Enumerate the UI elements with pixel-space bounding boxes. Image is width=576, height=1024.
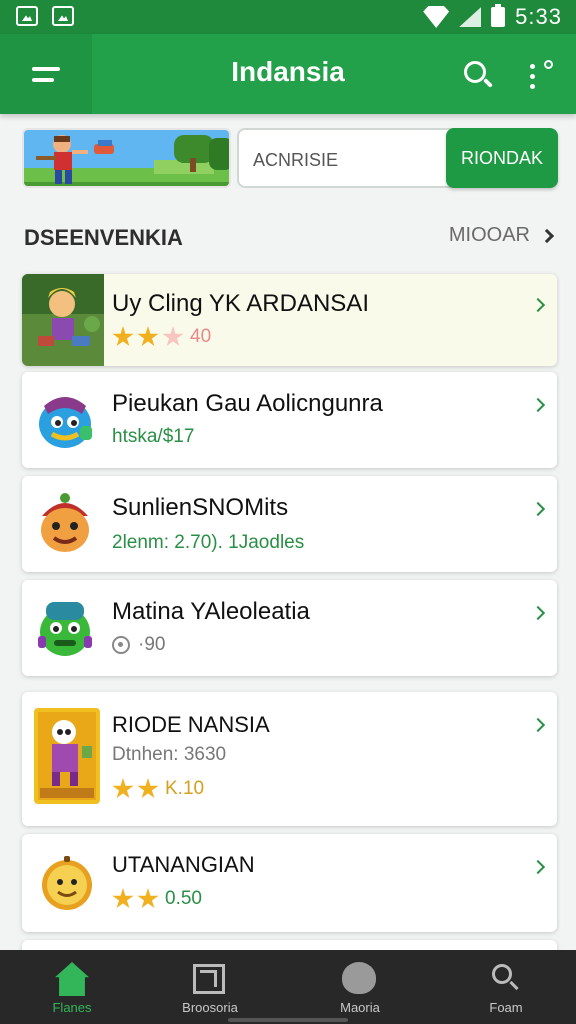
search-submit-button[interactable]: RIONDAK (446, 128, 558, 188)
star-icon (112, 326, 134, 347)
star-icon (112, 778, 134, 799)
item-title: Pieukan Gau Aolicngunra (112, 390, 383, 417)
nav-browse[interactable]: Broosoria (138, 950, 282, 1024)
item-title: SunlienSNOMits (112, 494, 289, 521)
home-icon (55, 962, 89, 996)
app-bar: Indansia (0, 34, 576, 114)
chevron-right-icon (530, 501, 546, 517)
item-subtitle: 0.50 (165, 888, 202, 910)
list-item[interactable]: UTANANGIAN 0.50 (22, 834, 557, 932)
nav-search[interactable]: Foam (434, 950, 576, 1024)
app-icon (32, 386, 98, 452)
rating-stars (112, 778, 159, 800)
app-thumbnail (22, 274, 104, 366)
item-subtitle: K.10 (165, 778, 205, 800)
item-subtitle: ·90 (138, 634, 166, 655)
item-rating: K.10 (112, 778, 204, 800)
signal-icon (459, 7, 482, 27)
item-rating: 40 (112, 326, 211, 348)
app-icon (36, 852, 98, 914)
nav-label: Maoria (340, 1000, 380, 1015)
item-meta: ·90 (112, 634, 165, 656)
box-icon (193, 964, 225, 994)
search-input[interactable]: ACNRISIE (237, 128, 467, 188)
status-bar: 5:33 (0, 0, 576, 34)
list-item[interactable]: SunlienSNOMits 2lenm: 2.70). 1Jaodles (22, 476, 557, 572)
section-more-label: MIOOAR (448, 224, 530, 246)
list-item[interactable]: Uy Cling YK ARDANSAI 40 (22, 274, 557, 366)
chevron-right-icon (539, 228, 555, 243)
chevron-right-icon (530, 297, 546, 313)
app-icon (34, 490, 96, 556)
item-title: Uy Cling YK ARDANSAI (112, 290, 369, 317)
star-icon (137, 778, 159, 799)
rating-stars (112, 888, 159, 910)
more-options-button[interactable] (524, 60, 560, 94)
item-subtitle: 40 (190, 326, 212, 348)
item-title: RIODE NANSIA (112, 712, 270, 737)
image-icon (52, 6, 74, 26)
bottom-navigation: Flanes Broosoria Maoria Foam (0, 950, 576, 1024)
app-title: Indansia (231, 56, 345, 87)
star-icon (137, 888, 159, 909)
nav-home[interactable]: Flanes (0, 950, 144, 1024)
chevron-right-icon (530, 859, 546, 875)
wifi-icon (423, 6, 450, 28)
item-title: UTANANGIAN (112, 852, 255, 877)
clock: 5:33 (515, 4, 562, 29)
chevron-right-icon (530, 397, 546, 413)
list-item[interactable]: Pieukan Gau Aolicngunra htska/$17 (22, 372, 557, 468)
gesture-bar (228, 1018, 348, 1022)
nav-label: Foam (489, 1000, 523, 1015)
item-subtitle: htska/$17 (112, 426, 195, 447)
chevron-right-icon (530, 605, 546, 621)
rating-stars (112, 326, 184, 348)
app-icon (34, 594, 96, 660)
star-icon (112, 888, 134, 909)
item-rating: 0.50 (112, 888, 202, 910)
nav-label: Flanes (52, 1000, 92, 1015)
game-scene-image (24, 130, 229, 186)
star-icon (137, 326, 159, 347)
info-icon (112, 635, 130, 654)
section-more-link[interactable]: MIOOAR (448, 224, 555, 247)
battery-icon (491, 4, 506, 27)
hamburger-icon (32, 66, 60, 71)
nav-label: Broosoria (182, 1000, 238, 1015)
blob-icon (342, 962, 376, 994)
promo-banner[interactable] (22, 128, 231, 188)
section-title: DSEENVENKIA (24, 225, 183, 250)
item-subtitle: 2lenm: 2.70). 1Jaodles (112, 532, 305, 553)
item-meta: Dtnhen: 3630 (112, 744, 227, 765)
item-title: Matina YAleoleatia (112, 598, 310, 625)
search-icon (490, 962, 520, 994)
search-button[interactable] (460, 58, 496, 94)
star-icon (162, 326, 184, 347)
menu-button[interactable] (0, 34, 92, 114)
app-thumbnail (34, 708, 100, 804)
more-vert-icon (544, 60, 553, 69)
list-item[interactable]: RIODE NANSIA Dtnhen: 3630 K.10 (22, 692, 557, 826)
nav-media[interactable]: Maoria (288, 950, 432, 1024)
chevron-right-icon (530, 717, 546, 733)
gallery-icon (16, 6, 38, 26)
list-item[interactable]: Matina YAleoleatia ·90 (22, 580, 557, 676)
